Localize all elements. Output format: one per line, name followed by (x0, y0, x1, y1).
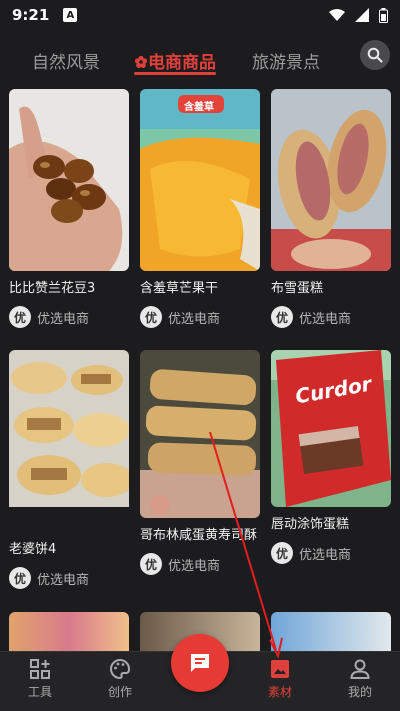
battery-icon (379, 7, 388, 23)
source-badge: 优 (9, 567, 31, 589)
product-source: 优 优选电商 (9, 306, 129, 328)
status-time: 9:21 (12, 6, 50, 24)
wifi-icon (329, 9, 345, 21)
create-fab-button[interactable] (171, 634, 229, 692)
product-thumbnail[interactable] (9, 350, 129, 532)
product-thumbnail[interactable]: Curdor (271, 350, 391, 507)
product-title: 唇动涂饰蛋糕 (271, 517, 350, 532)
nav-label: 工具 (27, 685, 52, 699)
product-title: 比比赞兰花豆3 (9, 281, 96, 296)
flower-icon (134, 55, 148, 68)
tab-ecommerce-products[interactable]: 电商商品 (134, 48, 216, 73)
message-icon (191, 654, 209, 672)
product-source: 优 优选电商 (140, 553, 260, 575)
source-label: 优选电商 (299, 547, 352, 563)
source-badge: 优 (271, 542, 293, 564)
source-badge: 优 (9, 306, 31, 328)
palette-icon (110, 658, 131, 680)
search-icon (367, 47, 383, 63)
tab-ecommerce-label: 电商商品 (148, 53, 216, 73)
search-button[interactable] (360, 40, 390, 70)
active-tab-indicator (134, 72, 216, 75)
product-title: 布雪蛋糕 (271, 281, 324, 296)
tools-grid-icon (30, 659, 50, 679)
nav-label: 创作 (107, 685, 132, 699)
product-source: 优 优选电商 (9, 567, 129, 589)
person-icon (350, 659, 370, 679)
product-thumbnail-partial[interactable] (271, 612, 391, 652)
mango-pack-label: 含羞草 (184, 102, 214, 113)
product-source: 优 优选电商 (271, 542, 391, 564)
product-card[interactable]: 哥布林咸蛋黄寿司酥 优 优选电商 (140, 350, 260, 575)
product-source: 优 优选电商 (271, 306, 391, 328)
notification-icon: A (63, 8, 78, 22)
product-card[interactable]: 老婆饼4 优 优选电商 (9, 350, 129, 589)
product-title: 哥布林咸蛋黄寿司酥 (140, 528, 258, 543)
nav-item-materials[interactable]: 素材 (250, 658, 310, 700)
product-card[interactable]: 布雪蛋糕 优 优选电商 (271, 89, 391, 328)
nav-label: 我的 (347, 685, 372, 699)
product-thumbnail-partial[interactable] (9, 612, 129, 652)
source-badge: 优 (140, 553, 162, 575)
source-label: 优选电商 (37, 311, 90, 327)
source-label: 优选电商 (168, 558, 221, 574)
nav-label: 素材 (267, 685, 292, 699)
nav-item-create[interactable]: 创作 (90, 658, 150, 700)
status-icons (329, 7, 388, 23)
product-thumbnail[interactable] (9, 89, 129, 271)
category-tabs: 自然风景 电商商品 旅游景点 (0, 38, 400, 82)
product-card[interactable]: 比比赞兰花豆3 优 优选电商 (9, 89, 129, 328)
nav-item-mine[interactable]: 我的 (330, 658, 390, 700)
product-card[interactable]: 含羞草 含羞草芒果干 优 优选电商 (140, 89, 260, 328)
tab-travel-spots[interactable]: 旅游景点 (252, 48, 320, 73)
signal-icon (355, 8, 369, 22)
image-icon (271, 660, 289, 678)
product-thumbnail[interactable] (140, 350, 260, 518)
nav-item-tools[interactable]: 工具 (10, 658, 70, 700)
source-badge: 优 (271, 306, 293, 328)
source-badge: 优 (140, 306, 162, 328)
product-thumbnail[interactable]: 含羞草 (140, 89, 260, 271)
product-title: 老婆饼4 (9, 542, 57, 557)
product-thumbnail[interactable] (271, 89, 391, 271)
status-bar: 9:21 A (0, 0, 400, 30)
source-label: 优选电商 (299, 311, 352, 327)
product-source: 优 优选电商 (140, 306, 260, 328)
product-title: 含羞草芒果干 (140, 281, 219, 296)
tab-nature-scenery[interactable]: 自然风景 (32, 48, 100, 73)
product-card[interactable]: Curdor 唇动涂饰蛋糕 优 优选电商 (271, 350, 391, 564)
source-label: 优选电商 (37, 572, 90, 588)
source-label: 优选电商 (168, 311, 221, 327)
